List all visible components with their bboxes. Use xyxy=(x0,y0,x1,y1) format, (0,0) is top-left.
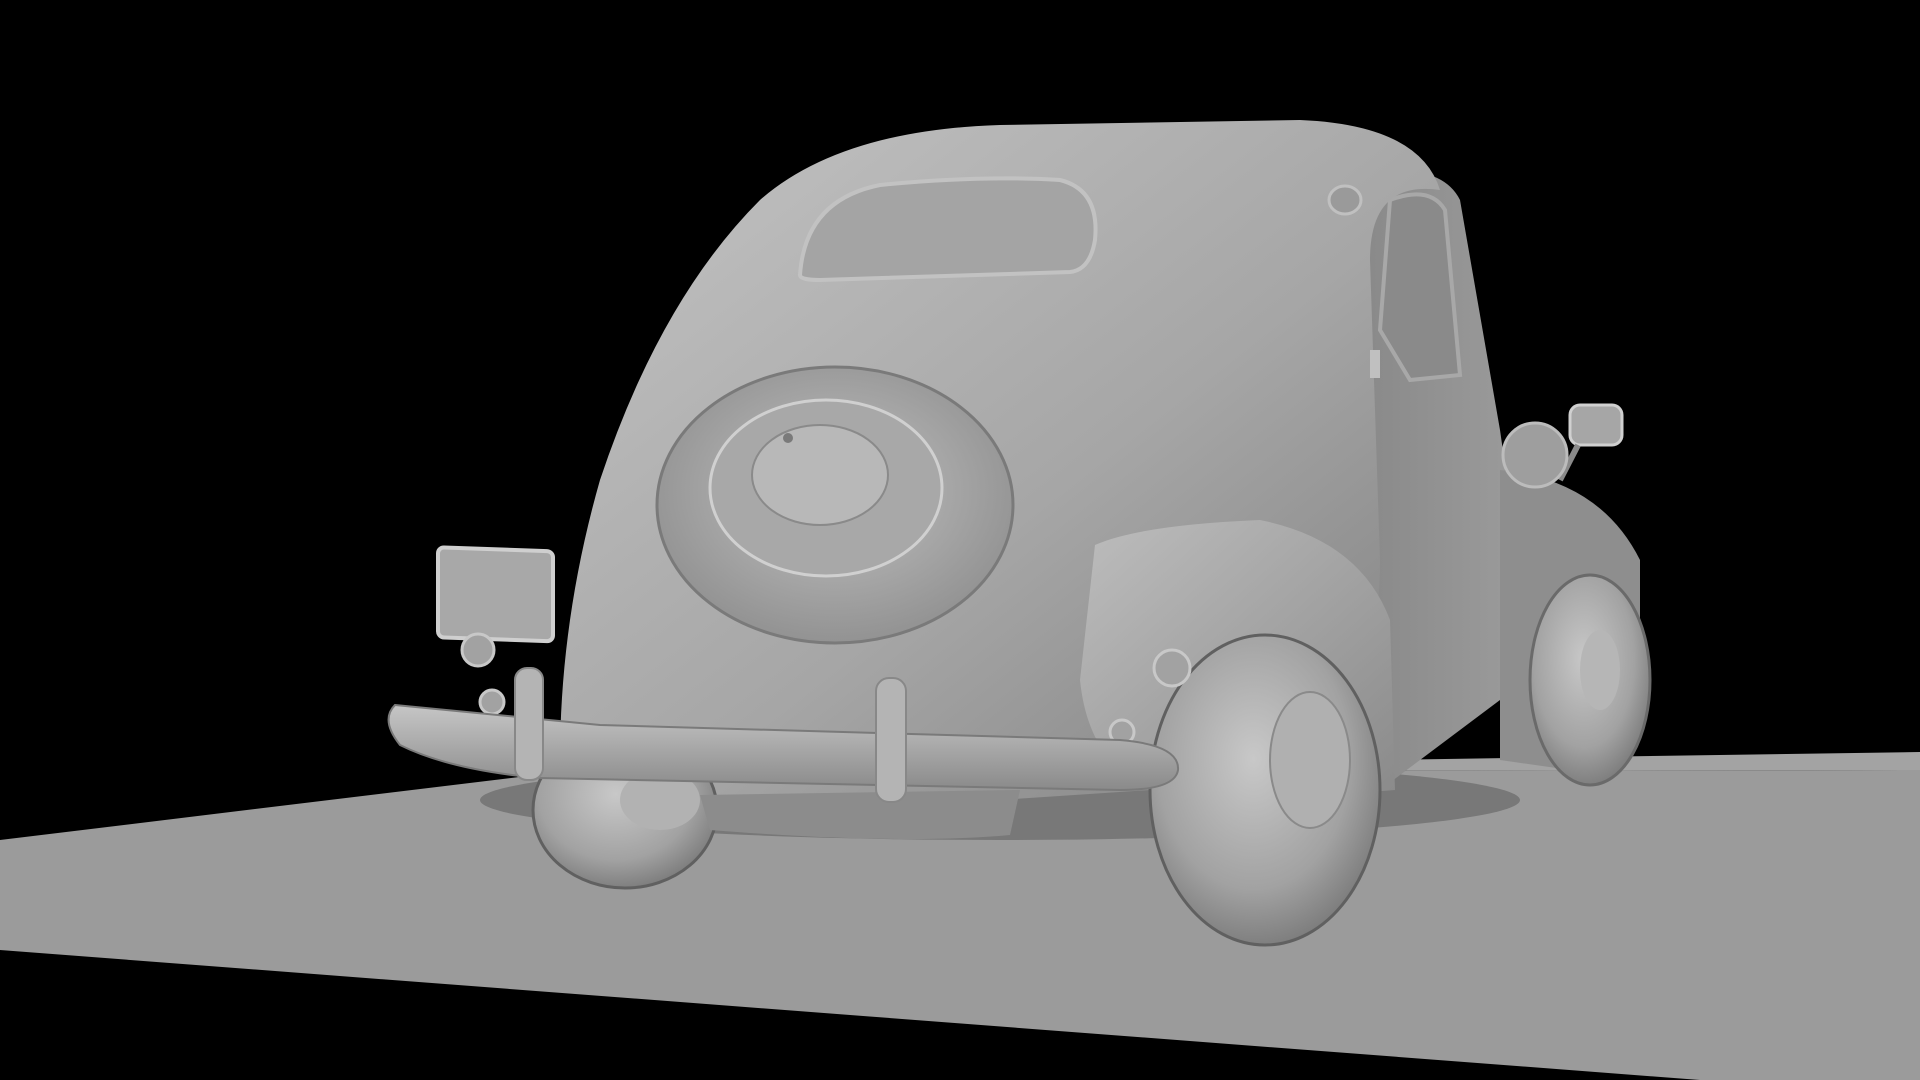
rear-right-hubcap xyxy=(1269,691,1351,829)
tail-light-right xyxy=(1152,648,1192,688)
door-handle xyxy=(1370,350,1380,378)
spare-tire-center xyxy=(783,433,793,443)
side-mirror xyxy=(1568,403,1624,447)
front-right-hubcap xyxy=(1580,630,1620,710)
tail-light-left-lower xyxy=(478,688,506,716)
car-render-scene xyxy=(0,120,1920,1080)
headlight xyxy=(1501,421,1569,489)
side-window xyxy=(1377,192,1463,383)
bumper-guard-right xyxy=(875,677,907,803)
render-viewport xyxy=(0,0,1920,1080)
roof-lamp xyxy=(1327,184,1363,216)
tail-light-left xyxy=(460,632,496,668)
spare-tire-hubcap xyxy=(751,424,889,526)
bumper-guard-left xyxy=(514,667,544,781)
license-plate xyxy=(436,545,555,644)
rear-apron xyxy=(700,790,1020,839)
